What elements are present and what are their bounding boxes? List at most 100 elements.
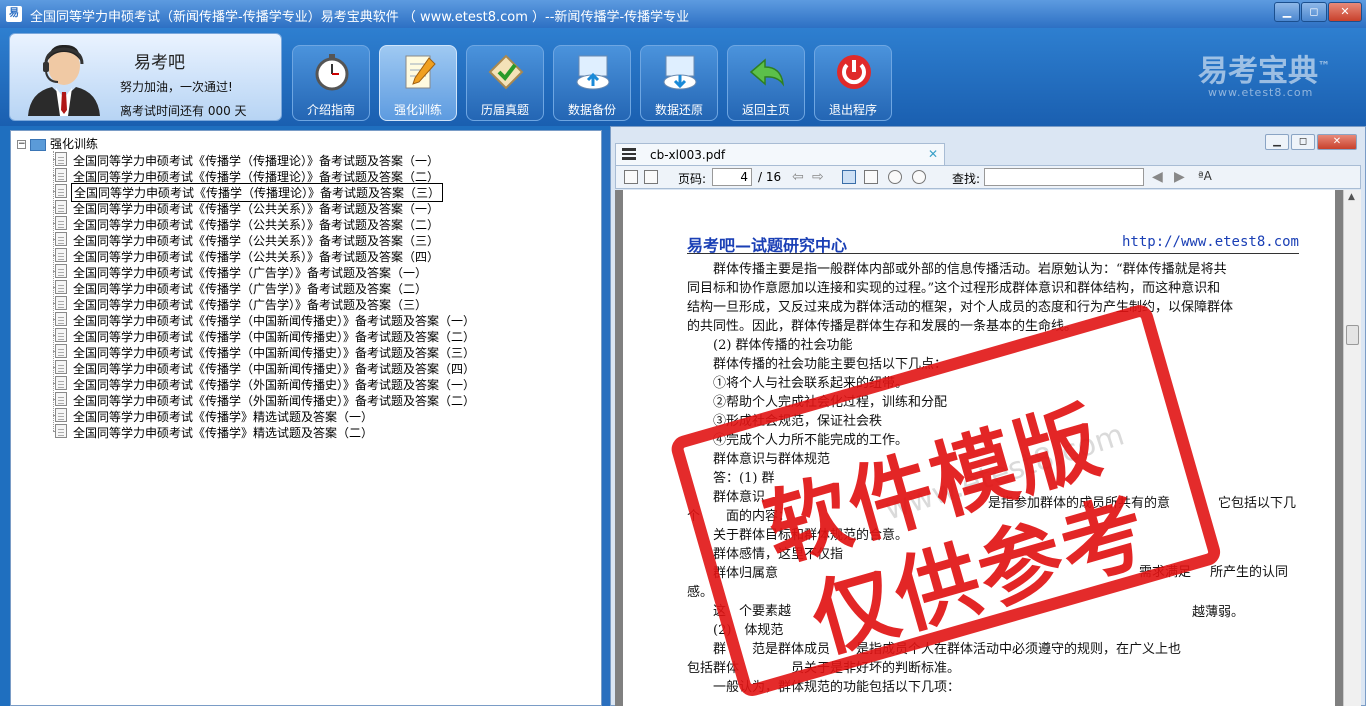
document-icon	[55, 216, 67, 230]
tree-item-label: 全国同等学力申硕考试《传播学（外国新闻传播史）》备考试题及答案（二）	[73, 394, 476, 408]
close-icon: ✕	[1340, 5, 1350, 18]
pdf-tab[interactable]: cb-xl003.pdf ✕	[615, 143, 945, 165]
doc-header: 易考吧—试题研究中心 http://www.etest8.com	[687, 232, 1299, 255]
minimize-button[interactable]: ▁	[1274, 2, 1300, 22]
doc-line: 群体传播的社会功能主要包括以下几点：	[687, 357, 948, 372]
home-button[interactable]: 返回主页	[727, 45, 805, 121]
pdf-filename: cb-xl003.pdf	[650, 148, 726, 162]
prev-page-icon[interactable]: ⇦	[792, 169, 804, 185]
next-page-icon[interactable]: ⇨	[812, 169, 824, 185]
find-input[interactable]	[984, 168, 1144, 186]
exit-button[interactable]: 退出程序	[814, 45, 892, 121]
pdf-toolbar: 页码: / 16 ⇦ ⇨ 查找: ◀ ▶ ªA	[615, 165, 1361, 189]
scroll-thumb[interactable]	[1346, 325, 1359, 345]
scroll-up-icon[interactable]: ▲	[1348, 192, 1355, 202]
pdf-maximize-icon[interactable]: ◻	[1291, 134, 1315, 150]
app-icon: 易	[6, 6, 22, 22]
zoom-in-icon[interactable]	[912, 170, 926, 184]
guide-button[interactable]: 介绍指南	[292, 45, 370, 121]
home-label: 返回主页	[741, 103, 790, 117]
user-name: 易考吧	[134, 53, 185, 73]
page-label: 页码:	[678, 172, 707, 186]
user-avatar-icon	[28, 44, 100, 116]
brand-logo: 易考宝典™	[1198, 54, 1330, 89]
question-tree: − 强化训练 全国同等学力申硕考试《传播学（传播理论）》备考试题及答案（一） 全国同…	[10, 130, 602, 706]
print-icon[interactable]	[644, 170, 658, 184]
backup-button[interactable]: 数据备份	[553, 45, 631, 121]
fit-width-icon[interactable]	[864, 170, 878, 184]
pdf-window-controls: ▁ ◻ ✕	[1263, 129, 1357, 150]
document-icon	[55, 296, 67, 310]
doc-line: 的共同性。因此，群体传播是群体生存和发展的一条基本的生命线。	[687, 319, 1078, 334]
restore-button[interactable]: 数据还原	[640, 45, 718, 121]
find-options-icon[interactable]: ªA	[1198, 169, 1212, 183]
tree-item-label: 全国同等学力申硕考试《传播学（传播理论）》备考试题及答案（一）	[73, 154, 440, 168]
maximize-icon: ◻	[1309, 5, 1319, 18]
main-toolbar: 易考吧 努力加油，一次通过! 离考试时间还有 000 天 介绍指南 强化训练 历…	[0, 28, 1366, 126]
past-exams-label: 历届真题	[480, 103, 529, 117]
doc-header-url: http://www.etest8.com	[1121, 234, 1299, 250]
pdf-scrollbar[interactable]: ▲	[1343, 190, 1361, 706]
document-icon	[55, 328, 67, 342]
find-prev-icon[interactable]: ◀	[1152, 169, 1163, 185]
user-card: 易考吧 努力加油，一次通过! 离考试时间还有 000 天	[9, 33, 282, 121]
exam-countdown: 离考试时间还有 000 天	[120, 104, 247, 118]
document-icon	[55, 344, 67, 358]
tree-item-label: 全国同等学力申硕考试《传播学（广告学）》备考试题及答案（三）	[73, 298, 428, 312]
document-icon	[55, 424, 67, 438]
tree-item-label: 全国同等学力申硕考试《传播学（中国新闻传播史）》备考试题及答案（三）	[73, 346, 476, 360]
user-slogan: 努力加油，一次通过!	[120, 80, 233, 94]
doc-header-title: 易考吧—试题研究中心	[687, 236, 848, 255]
document-icon	[55, 392, 67, 406]
back-arrow-icon	[749, 58, 785, 87]
folder-icon	[30, 138, 46, 151]
tab-close-icon[interactable]: ✕	[928, 147, 938, 161]
document-icon	[55, 376, 67, 390]
exit-label: 退出程序	[828, 103, 877, 117]
stopwatch-icon	[315, 54, 349, 91]
tree-item-label: 全国同等学力申硕考试《传播学（公共关系）》备考试题及答案（一）	[73, 202, 440, 216]
tree-root[interactable]: − 强化训练	[17, 135, 98, 151]
document-icon	[55, 200, 67, 214]
backup-label: 数据备份	[567, 103, 616, 117]
panel-splitter[interactable]	[602, 130, 610, 706]
window-title: 全国同等学力申硕考试（新闻传播学-传播学专业）易考宝典软件 （ www.etes…	[30, 10, 690, 25]
document-icon	[55, 152, 67, 166]
tree-item-label: 全国同等学力申硕考试《传播学（广告学）》备考试题及答案（一）	[73, 266, 428, 280]
tree-guide-line	[53, 151, 54, 431]
training-button[interactable]: 强化训练	[379, 45, 457, 121]
document-icon	[55, 248, 67, 262]
minimize-icon: ▁	[1282, 5, 1292, 18]
tree-item-label: 全国同等学力申硕考试《传播学（公共关系）》备考试题及答案（四）	[73, 250, 440, 264]
doc-line: (2) 群体传播的社会功能	[687, 338, 853, 353]
checklist-icon	[488, 54, 524, 90]
window-titlebar: 易 全国同等学力申硕考试（新闻传播学-传播学专业）易考宝典软件 （ www.et…	[0, 0, 1366, 28]
zoom-out-icon[interactable]	[888, 170, 902, 184]
tree-item-label: 全国同等学力申硕考试《传播学（广告学）》备考试题及答案（二）	[73, 282, 428, 296]
pdf-close-icon[interactable]: ✕	[1317, 134, 1357, 150]
doc-fragment: 越薄弱。	[1192, 605, 1245, 620]
document-icon	[55, 280, 67, 294]
cloud-upload-icon	[576, 55, 610, 90]
past-exams-button[interactable]: 历届真题	[466, 45, 544, 121]
document-icon	[55, 264, 67, 278]
document-icon	[55, 184, 67, 198]
cloud-download-icon	[663, 55, 697, 90]
close-button[interactable]: ✕	[1328, 2, 1362, 22]
brand-url: www.etest8.com	[1208, 86, 1314, 99]
open-file-icon[interactable]	[624, 170, 638, 184]
menu-icon[interactable]	[622, 148, 636, 160]
pdf-minimize-icon[interactable]: ▁	[1265, 134, 1289, 150]
collapse-icon[interactable]: −	[17, 140, 26, 149]
document-icon	[55, 168, 67, 182]
restore-label: 数据还原	[654, 103, 703, 117]
tree-item-label: 全国同等学力申硕考试《传播学（公共关系）》备考试题及答案（三）	[73, 234, 440, 248]
tree-item-label: 全国同等学力申硕考试《传播学》精选试题及答案（一）	[73, 410, 374, 424]
fit-page-icon[interactable]	[842, 170, 856, 184]
tree-item-label: 全国同等学力申硕考试《传播学（中国新闻传播史）》备考试题及答案（一）	[73, 314, 476, 328]
doc-line: 同目标和协作意愿加以连接和实现的过程。”这个过程形成群体意识和群体结构，而这种意…	[687, 281, 1221, 296]
page-number-input[interactable]	[712, 168, 752, 186]
find-next-icon[interactable]: ▶	[1174, 169, 1185, 185]
maximize-button[interactable]: ◻	[1301, 2, 1327, 22]
tree-item-label: 全国同等学力申硕考试《传播学》精选试题及答案（二）	[73, 426, 374, 440]
